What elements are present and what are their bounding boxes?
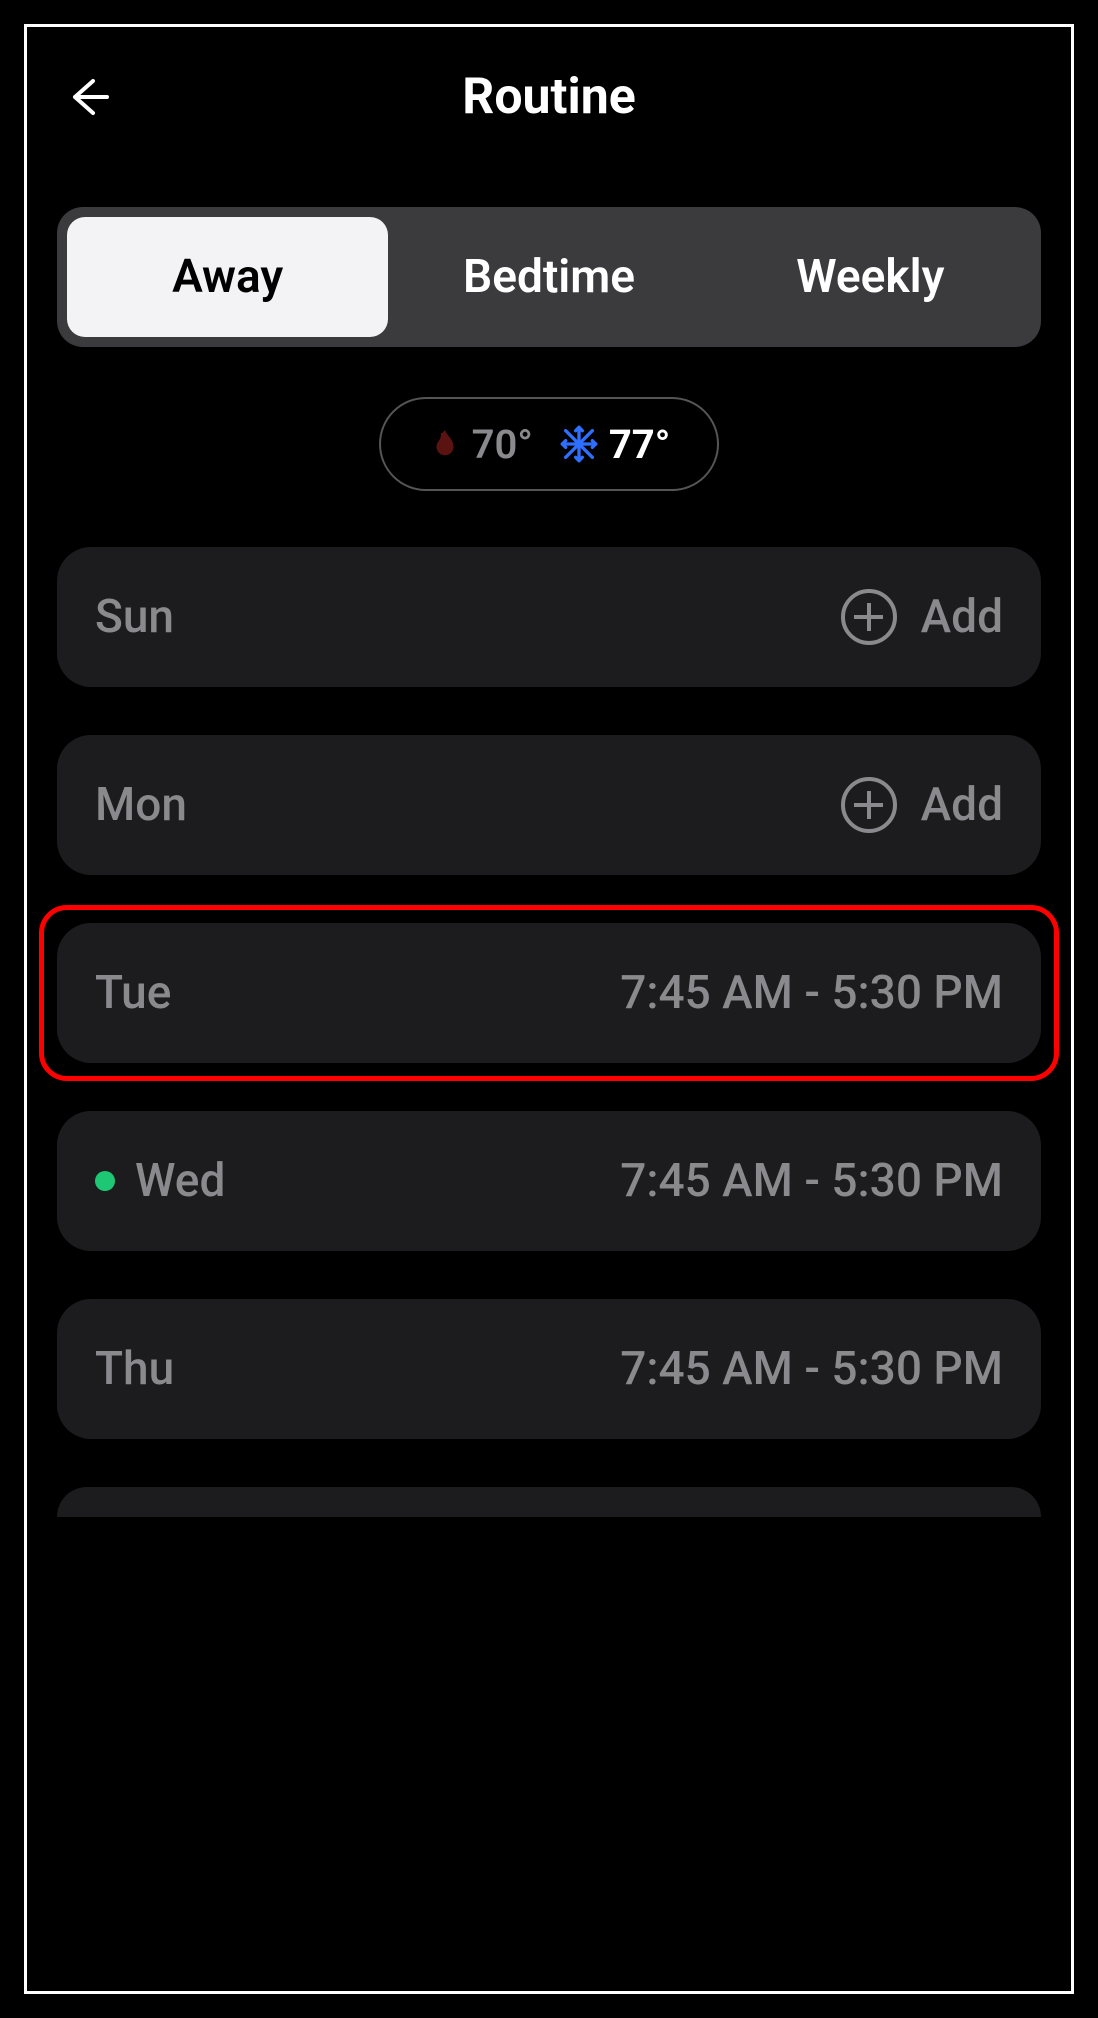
temperature-pill[interactable]: 70° 77° (379, 397, 719, 491)
day-row-tue[interactable]: Tue 7:45 AM - 5:30 PM (57, 923, 1041, 1063)
cool-setting: 77° (559, 421, 670, 468)
day-label: Mon (95, 778, 187, 832)
tab-bedtime[interactable]: Bedtime (388, 217, 709, 337)
tab-label: Weekly (796, 250, 944, 304)
flame-icon (428, 427, 462, 461)
day-label-wrap: Sun (95, 590, 275, 644)
app-inner: Routine Away Bedtime Weekly 70° (24, 24, 1074, 1994)
day-label: Wed (135, 1154, 225, 1208)
plus-circle-icon (841, 589, 897, 645)
day-row-thu[interactable]: Thu 7:45 AM - 5:30 PM (57, 1299, 1041, 1439)
header: Routine (57, 47, 1041, 147)
time-range: 7:45 AM - 5:30 PM (620, 1154, 1003, 1208)
day-label-wrap: Wed (95, 1154, 275, 1208)
time-range: 7:45 AM - 5:30 PM (620, 966, 1003, 1020)
page-title: Routine (462, 68, 635, 126)
tab-away[interactable]: Away (67, 217, 388, 337)
active-dot-icon (95, 1171, 115, 1191)
day-label-wrap: Mon (95, 778, 275, 832)
day-label: Thu (95, 1342, 174, 1396)
day-label: Tue (95, 966, 171, 1020)
day-label: Sun (95, 590, 174, 644)
day-row-sun[interactable]: Sun Add (57, 547, 1041, 687)
add-label: Add (921, 590, 1003, 644)
time-range: 7:45 AM - 5:30 PM (620, 1342, 1003, 1396)
add-schedule-button[interactable]: Add (841, 589, 1003, 645)
plus-circle-icon (841, 777, 897, 833)
snowflake-icon (559, 424, 599, 464)
day-row-peek (57, 1487, 1041, 1517)
add-label: Add (921, 778, 1003, 832)
routine-tabs: Away Bedtime Weekly (57, 207, 1041, 347)
day-row-mon[interactable]: Mon Add (57, 735, 1041, 875)
tab-label: Away (172, 250, 283, 304)
day-row-wed[interactable]: Wed 7:45 AM - 5:30 PM (57, 1111, 1041, 1251)
heat-setting: 70° (428, 421, 533, 468)
app-frame: Routine Away Bedtime Weekly 70° (0, 0, 1098, 2018)
add-schedule-button[interactable]: Add (841, 777, 1003, 833)
tab-label: Bedtime (463, 250, 635, 304)
day-label-wrap: Tue (95, 966, 275, 1020)
day-label-wrap: Thu (95, 1342, 275, 1396)
cool-value: 77° (609, 421, 670, 468)
back-button[interactable] (57, 67, 117, 127)
arrow-left-icon (63, 73, 111, 121)
tab-weekly[interactable]: Weekly (710, 217, 1031, 337)
heat-value: 70° (472, 421, 533, 468)
day-list: Sun Add Mon Add Tue 7:45 AM - 5:30 PM Wed 7:45 … (57, 547, 1041, 1517)
